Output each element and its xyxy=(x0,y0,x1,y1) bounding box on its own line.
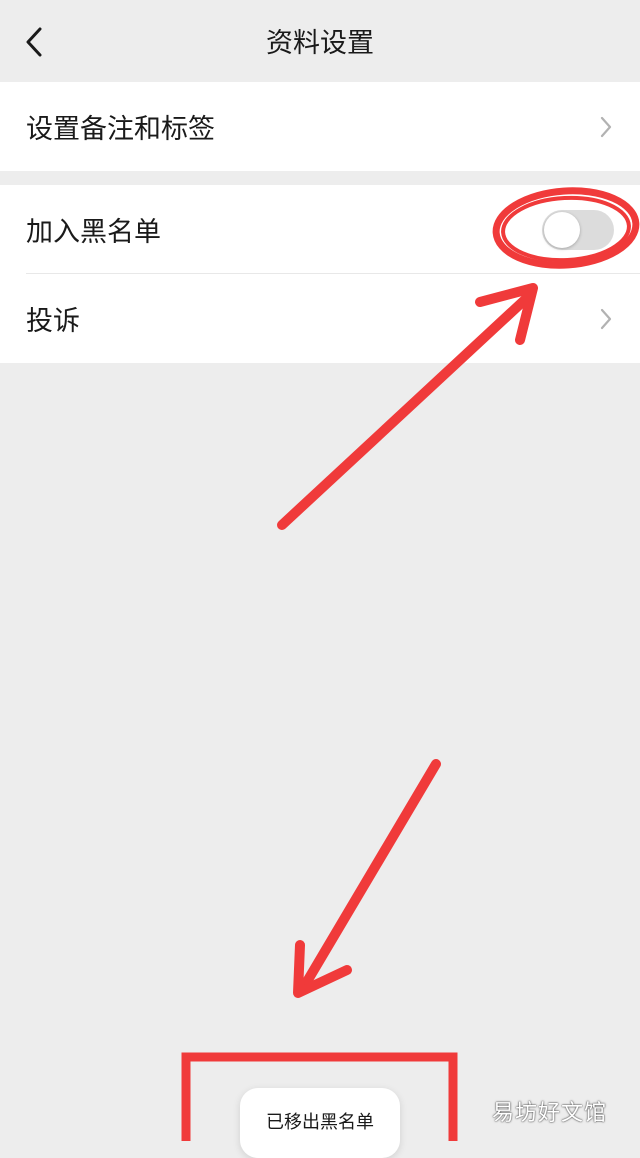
settings-group-1: 设置备注和标签 xyxy=(0,82,640,171)
chevron-right-icon xyxy=(600,308,612,329)
row-label: 加入黑名单 xyxy=(26,217,161,248)
annotation-overlay xyxy=(181,187,640,1141)
row-add-to-blacklist: 加入黑名单 xyxy=(0,185,640,274)
row-label: 设置备注和标签 xyxy=(26,114,215,145)
settings-group-2: 加入黑名单 投诉 xyxy=(0,185,640,363)
page-title: 资料设置 xyxy=(266,28,374,59)
blacklist-toggle[interactable] xyxy=(542,209,614,250)
chevron-right-icon xyxy=(600,116,612,137)
nav-bar: 资料设置 xyxy=(0,0,640,82)
toast-text: 已移出黑名单 xyxy=(266,1112,374,1133)
row-set-remark-tags[interactable]: 设置备注和标签 xyxy=(0,82,640,171)
row-complaint[interactable]: 投诉 xyxy=(0,274,640,363)
watermark: 易坊好文馆 xyxy=(492,1101,608,1126)
row-label: 投诉 xyxy=(26,306,80,337)
annotation-arrow-down xyxy=(293,759,441,998)
toggle-knob xyxy=(544,211,580,248)
toast: 已移出黑名单 xyxy=(240,1088,400,1158)
